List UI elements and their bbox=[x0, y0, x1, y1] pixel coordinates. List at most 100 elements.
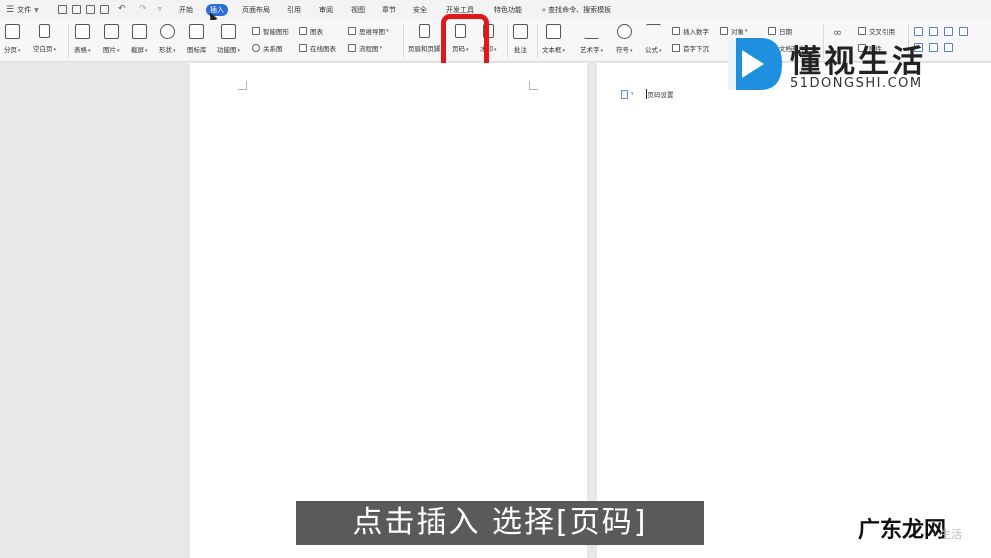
text-cursor bbox=[645, 89, 647, 99]
textbox-label: 文本框 bbox=[542, 46, 562, 54]
grid-tool-icon[interactable] bbox=[944, 43, 953, 52]
header-field[interactable]: ▾ 页码设置 bbox=[621, 89, 674, 99]
header-footer-button[interactable]: 页眉和页脚 bbox=[408, 24, 441, 53]
shape-icon bbox=[159, 24, 175, 39]
video-caption: 点击插入 选择[页码] bbox=[296, 501, 704, 545]
screenshot-button[interactable]: 截屏▾ bbox=[131, 24, 148, 54]
tab-references[interactable]: 引用 bbox=[287, 0, 301, 20]
customize-quick-access-icon[interactable]: ▿ bbox=[158, 3, 162, 15]
icon-library-icon bbox=[189, 24, 205, 39]
hamburger-icon: ☰ bbox=[6, 5, 15, 15]
picture-button[interactable]: 图片▾ bbox=[103, 24, 120, 54]
cross-ref-label: 交叉引用 bbox=[869, 28, 895, 36]
table-button[interactable]: 表格▾ bbox=[74, 24, 91, 54]
mind-map-button[interactable]: 思维导图 ▾ bbox=[348, 26, 389, 36]
tab-home[interactable]: 开始 bbox=[179, 0, 193, 20]
symbol-label: 符号 bbox=[616, 46, 629, 54]
relation-chart-button[interactable]: 关系图 bbox=[252, 43, 283, 53]
function-chart-button[interactable]: 功能图▾ bbox=[217, 24, 240, 54]
smart-graphic-button[interactable]: 智能图形 bbox=[252, 26, 289, 36]
mind-map-icon bbox=[348, 27, 356, 35]
table-icon bbox=[74, 24, 90, 39]
export-pdf-icon[interactable] bbox=[72, 5, 81, 14]
header-footer-label: 页眉和页脚 bbox=[408, 45, 441, 53]
command-search[interactable]: ⌕ 查找命令、搜索模板 bbox=[542, 0, 611, 20]
site-watermark-title: 懂视生活 bbox=[790, 44, 926, 80]
ribbon-divider bbox=[507, 24, 508, 58]
icon-library-button[interactable]: 图标库 bbox=[187, 24, 207, 54]
redo-icon[interactable]: ↷ bbox=[139, 3, 147, 15]
blank-page-button[interactable]: 空白页▾ bbox=[33, 24, 56, 53]
crop-mark bbox=[529, 81, 538, 90]
undo-icon[interactable]: ↶ bbox=[118, 3, 126, 15]
formula-button[interactable]: 公式▾ bbox=[645, 24, 662, 54]
chevron-down-icon: ▼ bbox=[34, 6, 39, 14]
smart-graphic-icon bbox=[252, 27, 260, 35]
file-menu[interactable]: ☰ 文件 ▼ bbox=[6, 0, 39, 20]
shape-button[interactable]: 形状▾ bbox=[159, 24, 176, 54]
file-menu-label: 文件 bbox=[17, 6, 32, 14]
document-icon bbox=[621, 89, 628, 99]
print-preview-icon[interactable] bbox=[100, 5, 109, 14]
comment-icon bbox=[513, 24, 528, 39]
smart-graphic-label: 智能图形 bbox=[263, 28, 289, 36]
insert-number-button[interactable]: 插入数字 bbox=[672, 26, 709, 36]
picture-label: 图片 bbox=[103, 46, 116, 54]
flowchart-button[interactable]: 流程图 ▾ bbox=[348, 43, 382, 53]
grid-tool-icon[interactable] bbox=[929, 27, 938, 36]
symbol-button[interactable]: 符号▾ bbox=[616, 24, 633, 54]
flowchart-label: 流程图 bbox=[359, 45, 379, 53]
art-text-icon bbox=[584, 24, 599, 39]
site-logo-icon bbox=[728, 38, 782, 90]
picture-icon bbox=[103, 24, 119, 39]
grid-tool-icon[interactable] bbox=[929, 43, 938, 52]
menu-bar: ☰ 文件 ▼ ↶ ↷ ▿ 开始 插入 页面布局 引用 审阅 视图 章节 安全 开… bbox=[0, 0, 991, 23]
art-text-label: 艺术字 bbox=[580, 46, 600, 54]
print-icon[interactable] bbox=[86, 5, 95, 14]
grid-tool-icon[interactable] bbox=[944, 27, 953, 36]
save-icon[interactable] bbox=[58, 5, 67, 14]
icon-library-label: 图标库 bbox=[187, 46, 207, 54]
cross-ref-button[interactable]: 交叉引用 bbox=[858, 26, 895, 36]
chevron-down-icon: ▾ bbox=[379, 45, 383, 51]
textbox-icon bbox=[546, 24, 561, 39]
online-chart-label: 在线图表 bbox=[310, 45, 336, 53]
drop-cap-button[interactable]: 首字下沉 bbox=[672, 43, 709, 53]
tab-page-layout[interactable]: 页面布局 bbox=[242, 0, 270, 20]
tab-review[interactable]: 审阅 bbox=[319, 0, 333, 20]
online-chart-button[interactable]: 在线图表 bbox=[299, 43, 336, 53]
drop-cap-label: 首字下沉 bbox=[683, 45, 709, 53]
chart-label: 图表 bbox=[310, 28, 323, 36]
chevron-down-icon: ▾ bbox=[386, 28, 389, 34]
grid-tool-icon[interactable] bbox=[959, 27, 968, 36]
tab-special-features[interactable]: 特色功能 bbox=[494, 0, 522, 20]
textbox-button[interactable]: 文本框▾ bbox=[542, 24, 565, 54]
site-watermark-subtitle: 51DONGSHI.COM bbox=[790, 76, 923, 91]
online-chart-icon bbox=[299, 44, 307, 52]
document-page[interactable]: ▾ 页码设置 bbox=[597, 63, 991, 558]
blank-page-icon bbox=[39, 24, 50, 38]
ribbon-divider bbox=[537, 24, 538, 58]
command-search-label: 查找命令、搜索模板 bbox=[548, 6, 612, 14]
tab-view[interactable]: 视图 bbox=[351, 0, 365, 20]
insert-number-icon bbox=[672, 27, 680, 35]
function-chart-label: 功能图 bbox=[217, 46, 237, 54]
blank-page-label: 空白页 bbox=[33, 45, 53, 53]
header-field-label: 页码设置 bbox=[647, 91, 674, 99]
chart-icon bbox=[299, 27, 307, 35]
wps-writer-window: ☰ 文件 ▼ ↶ ↷ ▿ 开始 插入 页面布局 引用 审阅 视图 章节 安全 开… bbox=[0, 0, 991, 558]
art-text-button[interactable]: 艺术字▾ bbox=[580, 24, 603, 54]
tab-chapter[interactable]: 章节 bbox=[382, 0, 396, 20]
chart-button[interactable]: 图表 bbox=[299, 26, 323, 36]
grid-tool-icon[interactable] bbox=[914, 27, 923, 36]
screenshot-label: 截屏 bbox=[131, 46, 144, 54]
document-page[interactable] bbox=[190, 63, 587, 558]
comment-button[interactable]: 批注 bbox=[513, 24, 528, 54]
ribbon-divider bbox=[68, 24, 69, 58]
symbol-icon bbox=[616, 24, 632, 39]
page-break-button[interactable]: 分页▾ bbox=[4, 24, 21, 54]
tab-security[interactable]: 安全 bbox=[413, 0, 427, 20]
relation-chart-icon bbox=[252, 44, 260, 52]
search-icon: ⌕ bbox=[542, 6, 546, 14]
drop-cap-icon bbox=[672, 44, 680, 52]
